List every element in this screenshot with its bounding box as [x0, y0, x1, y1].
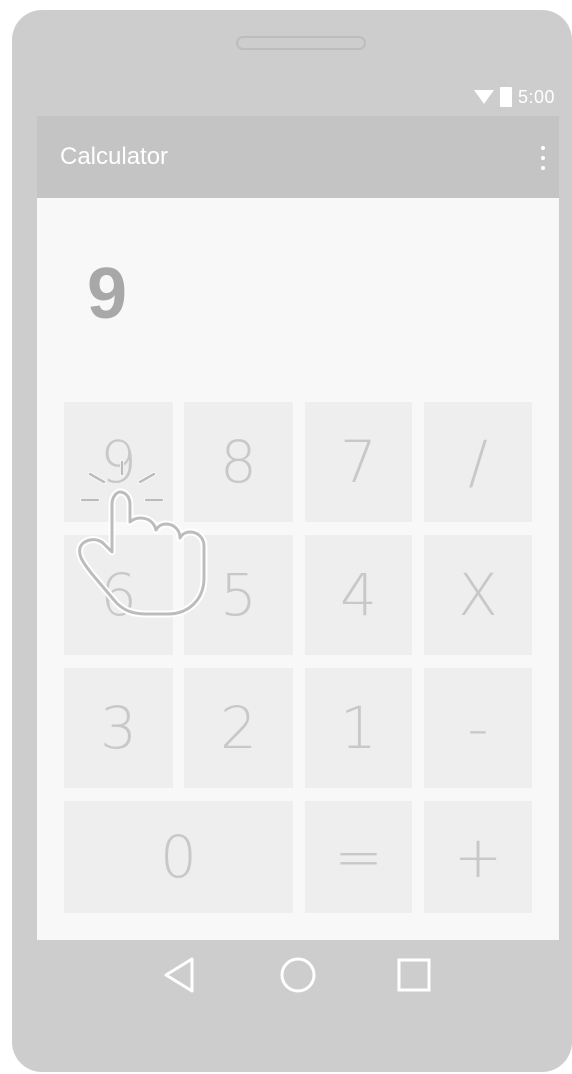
key-6[interactable]: 6 — [64, 535, 173, 655]
key-9[interactable]: 9 — [64, 402, 173, 522]
recents-icon[interactable] — [396, 957, 432, 993]
phone-frame: 5:00 Calculator 9 9 8 7 / 6 5 4 X 3 2 1 … — [12, 10, 572, 1072]
overflow-dot — [541, 156, 545, 160]
app-title: Calculator — [60, 143, 169, 170]
app-bar: Calculator — [37, 116, 559, 198]
home-icon[interactable] — [278, 955, 318, 995]
key-0[interactable]: 0 — [64, 801, 293, 913]
overflow-dot — [541, 166, 545, 170]
key-5[interactable]: 5 — [184, 535, 293, 655]
result-display: 9 — [87, 254, 128, 334]
key-8[interactable]: 8 — [184, 402, 293, 522]
key-1[interactable]: 1 — [305, 668, 412, 788]
key-7[interactable]: 7 — [305, 402, 412, 522]
key-subtract[interactable]: - — [424, 668, 532, 788]
calculator-body: 9 9 8 7 / 6 5 4 X 3 2 1 - 0 = + — [37, 198, 559, 940]
key-equals[interactable]: = — [305, 801, 412, 913]
key-2[interactable]: 2 — [184, 668, 293, 788]
key-add[interactable]: + — [424, 801, 532, 913]
status-icons: 5:00 — [473, 84, 555, 110]
battery-icon — [499, 87, 512, 107]
key-divide[interactable]: / — [424, 402, 532, 522]
key-3[interactable]: 3 — [64, 668, 173, 788]
overflow-dot — [541, 146, 545, 150]
key-4[interactable]: 4 — [305, 535, 412, 655]
wifi-icon — [473, 90, 494, 104]
status-time: 5:00 — [517, 86, 555, 107]
phone-screen: 5:00 Calculator 9 9 8 7 / 6 5 4 X 3 2 1 … — [37, 78, 559, 940]
back-icon[interactable] — [160, 955, 196, 995]
speaker-grille — [236, 36, 366, 50]
status-bar: 5:00 — [37, 78, 559, 116]
key-multiply[interactable]: X — [424, 535, 532, 655]
overflow-menu-icon[interactable] — [541, 146, 545, 170]
